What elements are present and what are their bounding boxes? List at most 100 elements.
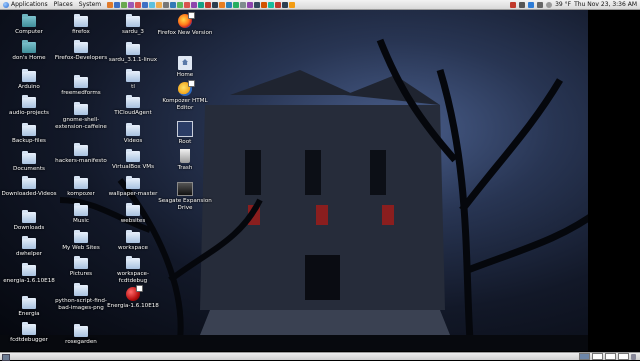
desktop-icon-gnome-shell-extension-caffeine[interactable]: gnome-shell-extension-caffeine (53, 102, 109, 131)
clock[interactable]: Thu Nov 23, 3:36 AM (574, 1, 637, 8)
icon-label: Backup-files (12, 138, 46, 144)
firefox-icon (178, 12, 195, 28)
panel-launcher-icon[interactable] (128, 1, 135, 8)
window (370, 150, 386, 195)
workspace-switcher-4[interactable] (618, 353, 629, 360)
system-menu[interactable]: System (76, 1, 104, 8)
panel-launcher-icon[interactable] (184, 1, 191, 8)
network-icon[interactable] (519, 1, 526, 8)
panel-launcher-icon[interactable] (275, 1, 282, 8)
panel-launcher-icon[interactable] (247, 1, 254, 8)
desktop-icon-documents[interactable]: Documents (1, 151, 57, 173)
desktop-icon-websites[interactable]: websites (105, 203, 161, 225)
desktop-icon-energia-folder[interactable]: energia-1.6.10E18 (1, 263, 57, 285)
panel-launcher-icon[interactable] (240, 1, 247, 8)
panel-launcher-icon[interactable] (121, 1, 128, 8)
panel-launcher-icon[interactable] (219, 1, 226, 8)
desktop-icon-energia-launcher[interactable]: Energia-1.6.10E18 (105, 285, 161, 310)
desktop-icon-downloaded-videos[interactable]: Downloaded-Videos (1, 176, 57, 198)
desktop-icon-workspace-fcdtdebug[interactable]: workspace-fcdtdebug (105, 256, 161, 285)
icon-label: workspace-fcdtdebug (117, 271, 149, 284)
panel-launcher-icon[interactable] (170, 1, 177, 8)
desktop-icon-my-web-sites[interactable]: My Web Sites (53, 230, 109, 252)
desktop-icon-sardu-3[interactable]: sardu_3 (105, 14, 161, 36)
stairs (200, 310, 450, 335)
workspace-switcher-1[interactable] (579, 353, 590, 360)
desktop-icon-tl[interactable]: tl (105, 69, 161, 91)
desktop-icon-wallpaper-master[interactable]: wallpaper-master (105, 176, 161, 198)
desktop-icon-fcdtdebugger[interactable]: fcdtdebugger (1, 322, 57, 344)
panel-launcher-icon[interactable] (163, 1, 170, 8)
panel-launcher-icon[interactable] (212, 1, 219, 8)
desktop-icon-seagate-drive[interactable]: Seagate Expansion Drive (157, 182, 213, 212)
desktop-icon-arduino[interactable]: Arduino (1, 69, 57, 91)
icon-label: VirtualBox VMs (111, 164, 155, 170)
panel-launcher-icon[interactable] (261, 1, 268, 8)
desktop-icon-computer[interactable]: Computer (1, 14, 57, 36)
desktop-icon-firefox-new-version[interactable]: Firefox New Version (157, 12, 213, 37)
places-label: Places (53, 1, 73, 8)
desktop-icon-root[interactable]: Root (157, 121, 213, 146)
panel-launcher-icon[interactable] (107, 1, 114, 8)
desktop-icon-dwhelper[interactable]: dwhelper (1, 236, 57, 258)
desktop-icon-firefox-folder[interactable]: firefox (53, 14, 109, 36)
desktop-icon-downloads[interactable]: Downloads (1, 210, 57, 232)
workspace-switcher-3[interactable] (605, 353, 616, 360)
desktop-icon-python-script[interactable]: python-script-find-bad-images-png (53, 283, 109, 312)
panel-launcher-icon[interactable] (282, 1, 289, 8)
panel-launcher-icon[interactable] (177, 1, 184, 8)
desktop-icon-rosegarden[interactable]: rosegarden (53, 324, 109, 346)
desktop-icon-kompozer-html-editor[interactable]: Kompozer HTML Editor (157, 80, 213, 112)
panel-launcher-icon[interactable] (198, 1, 205, 8)
red-window (382, 205, 394, 225)
panel-launcher-icon[interactable] (156, 1, 163, 8)
desktop-icon-kompozer[interactable]: kompozer (53, 176, 109, 198)
panel-launcher-icon[interactable] (114, 1, 121, 8)
panel-launcher-icon[interactable] (191, 1, 198, 8)
desktop-icon-firefox-developers[interactable]: Firefox-Developers (53, 40, 109, 62)
bottom-panel (0, 352, 640, 361)
icon-label: sardu_3.1.1-linux (108, 57, 158, 63)
icon-label: Kompozer HTML Editor (162, 98, 208, 111)
folder-icon (22, 151, 36, 164)
panel-launcher-icon[interactable] (135, 1, 142, 8)
desktop-icon-tlcloudagent[interactable]: TlCloudAgent (105, 95, 161, 117)
workspace-switcher-2[interactable] (592, 353, 603, 360)
desktop-icon-sardu-linux[interactable]: sardu_3.1.1-linux (105, 42, 161, 64)
mail-icon[interactable] (510, 1, 517, 8)
panel-launcher-icon[interactable] (233, 1, 240, 8)
desktop-icon-hackers-manifesto[interactable]: hackers-manifesto (53, 143, 109, 165)
panel-launcher-icon[interactable] (142, 1, 149, 8)
desktop-icon-freemedforms[interactable]: freemedforms (53, 75, 109, 97)
trash-applet-icon[interactable] (631, 353, 636, 360)
icon-label: Music (73, 218, 89, 224)
panel-launcher-icon[interactable] (205, 1, 212, 8)
desktop-icon-music[interactable]: Music (53, 203, 109, 225)
desktop-icon-home[interactable]: don's Home (1, 40, 57, 62)
desktop-icon-home-launcher[interactable]: Home (157, 56, 213, 79)
icon-label: audio-projects (9, 110, 49, 116)
desktop-icon-videos[interactable]: Videos (105, 123, 161, 145)
desktop-icon-pictures[interactable]: Pictures (53, 256, 109, 278)
icon-label: Arduino (18, 84, 40, 90)
panel-launcher-icon[interactable] (226, 1, 233, 8)
folder-icon (22, 296, 36, 309)
panel-launcher-icon[interactable] (268, 1, 275, 8)
volume-icon[interactable] (537, 1, 544, 8)
bluetooth-icon[interactable] (528, 1, 535, 8)
desktop-icon-workspace[interactable]: workspace (105, 230, 161, 252)
applications-menu[interactable]: Applications (0, 1, 51, 8)
folder-icon (126, 14, 140, 27)
panel-launcher-icon[interactable] (254, 1, 261, 8)
desktop-icon-trash[interactable]: Trash (157, 149, 213, 172)
window (305, 150, 321, 195)
desktop-icon-energia[interactable]: Energia (1, 296, 57, 318)
desktop-icon-audio-projects[interactable]: audio-projects (1, 95, 57, 117)
desktop-icon-virtualbox-vms[interactable]: VirtualBox VMs (105, 149, 161, 171)
places-menu[interactable]: Places (51, 1, 76, 8)
panel-launcher-icon[interactable] (149, 1, 156, 8)
panel-launcher-icon[interactable] (289, 1, 296, 8)
desktop-icon-backup-files[interactable]: Backup-files (1, 123, 57, 145)
folder-icon (74, 256, 88, 269)
weather-text[interactable]: 39 °F (555, 1, 571, 8)
